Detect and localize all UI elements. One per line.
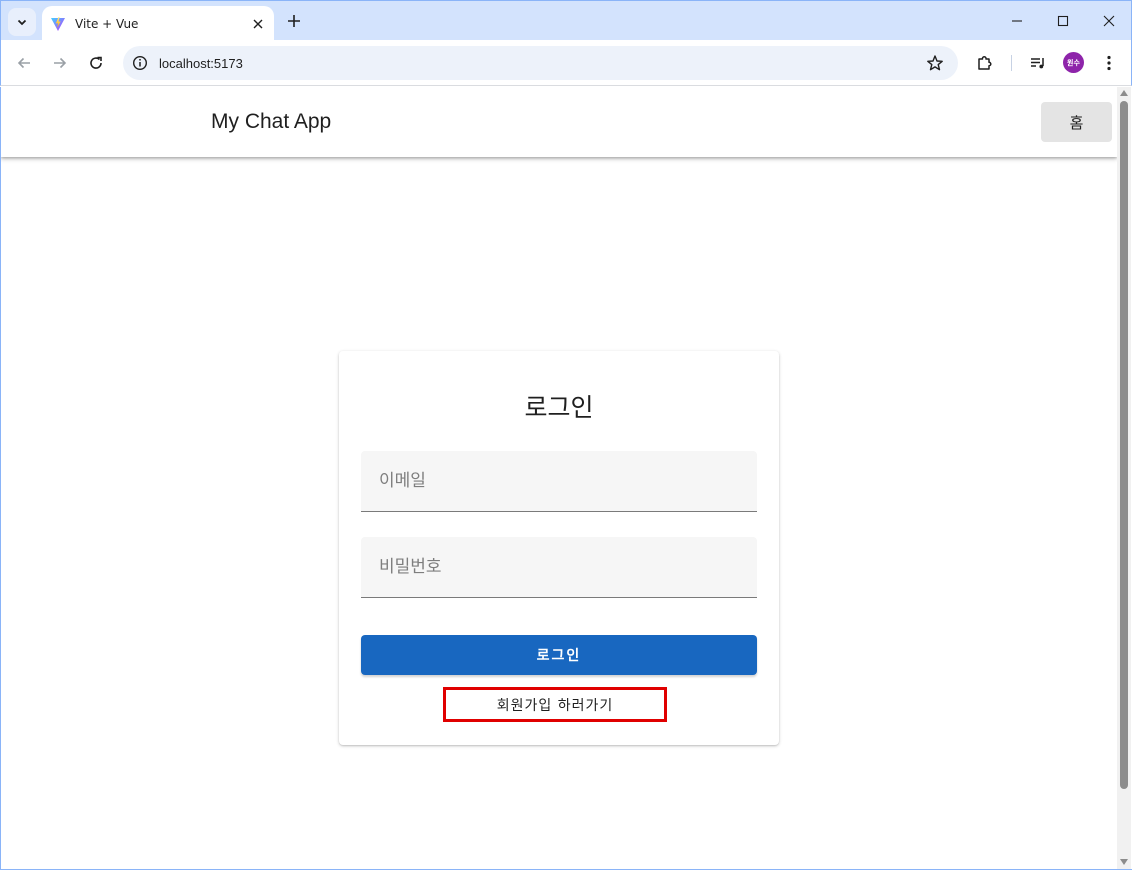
toolbar-separator [1011, 55, 1012, 71]
login-title: 로그인 [524, 393, 594, 422]
close-icon[interactable] [250, 16, 266, 32]
page-scrollbar[interactable] [1117, 87, 1131, 869]
close-window-button[interactable] [1097, 9, 1121, 33]
window-frame-left [0, 87, 1, 870]
tab-title: Vite + Vue [75, 16, 139, 31]
tab-search-button[interactable] [8, 8, 36, 36]
extensions-button[interactable] [974, 52, 996, 74]
app-bar: My Chat App 홈 [1, 87, 1117, 157]
plus-icon [288, 15, 300, 27]
star-icon[interactable] [926, 54, 944, 72]
reload-icon [90, 56, 102, 69]
browser-tabstrip: Vite + Vue [0, 0, 1132, 41]
media-queue-button[interactable] [1027, 52, 1049, 74]
browser-toolbar: localhost:5173 원수 [0, 40, 1132, 86]
scroll-down-arrow-icon[interactable] [1120, 859, 1128, 865]
forward-button[interactable] [48, 51, 72, 75]
maximize-window-button[interactable] [1051, 9, 1075, 33]
login-card: 로그인 로그인 회원가입 하러가기 [339, 351, 779, 745]
maximize-icon [1057, 15, 1069, 27]
home-button[interactable]: 홈 [1041, 102, 1112, 142]
arrow-right-icon [54, 57, 67, 69]
email-input[interactable] [361, 451, 757, 511]
reload-button[interactable] [84, 51, 108, 75]
app-title: My Chat App [211, 110, 332, 133]
profile-avatar[interactable]: 원수 [1063, 52, 1084, 73]
new-tab-button[interactable] [283, 10, 305, 32]
address-url: localhost:5173 [159, 55, 243, 71]
scroll-up-arrow-icon[interactable] [1120, 90, 1128, 96]
arrow-left-icon [17, 57, 30, 69]
info-icon[interactable] [132, 55, 148, 71]
password-input[interactable] [361, 537, 757, 597]
email-field[interactable] [361, 451, 757, 512]
chevron-down-icon [17, 19, 27, 26]
media-queue-icon [1031, 58, 1044, 69]
minimize-window-button[interactable] [1005, 9, 1029, 33]
close-window-icon [1103, 15, 1115, 27]
vite-logo-icon [50, 16, 66, 32]
signup-link[interactable]: 회원가입 하러가기 [443, 687, 667, 722]
browser-tab-active[interactable]: Vite + Vue [42, 6, 274, 41]
browser-menu-button[interactable] [1098, 52, 1120, 74]
scrollbar-thumb[interactable] [1120, 101, 1128, 789]
minimize-icon [1012, 20, 1022, 22]
login-submit-button[interactable]: 로그인 [361, 635, 757, 675]
back-button[interactable] [12, 51, 36, 75]
page-viewport: My Chat App 홈 로그인 로그인 회원가입 하러가기 [1, 87, 1117, 869]
puzzle-icon [978, 56, 992, 70]
password-field[interactable] [361, 537, 757, 598]
address-bar[interactable]: localhost:5173 [123, 46, 958, 80]
kebab-menu-icon [1107, 55, 1111, 71]
